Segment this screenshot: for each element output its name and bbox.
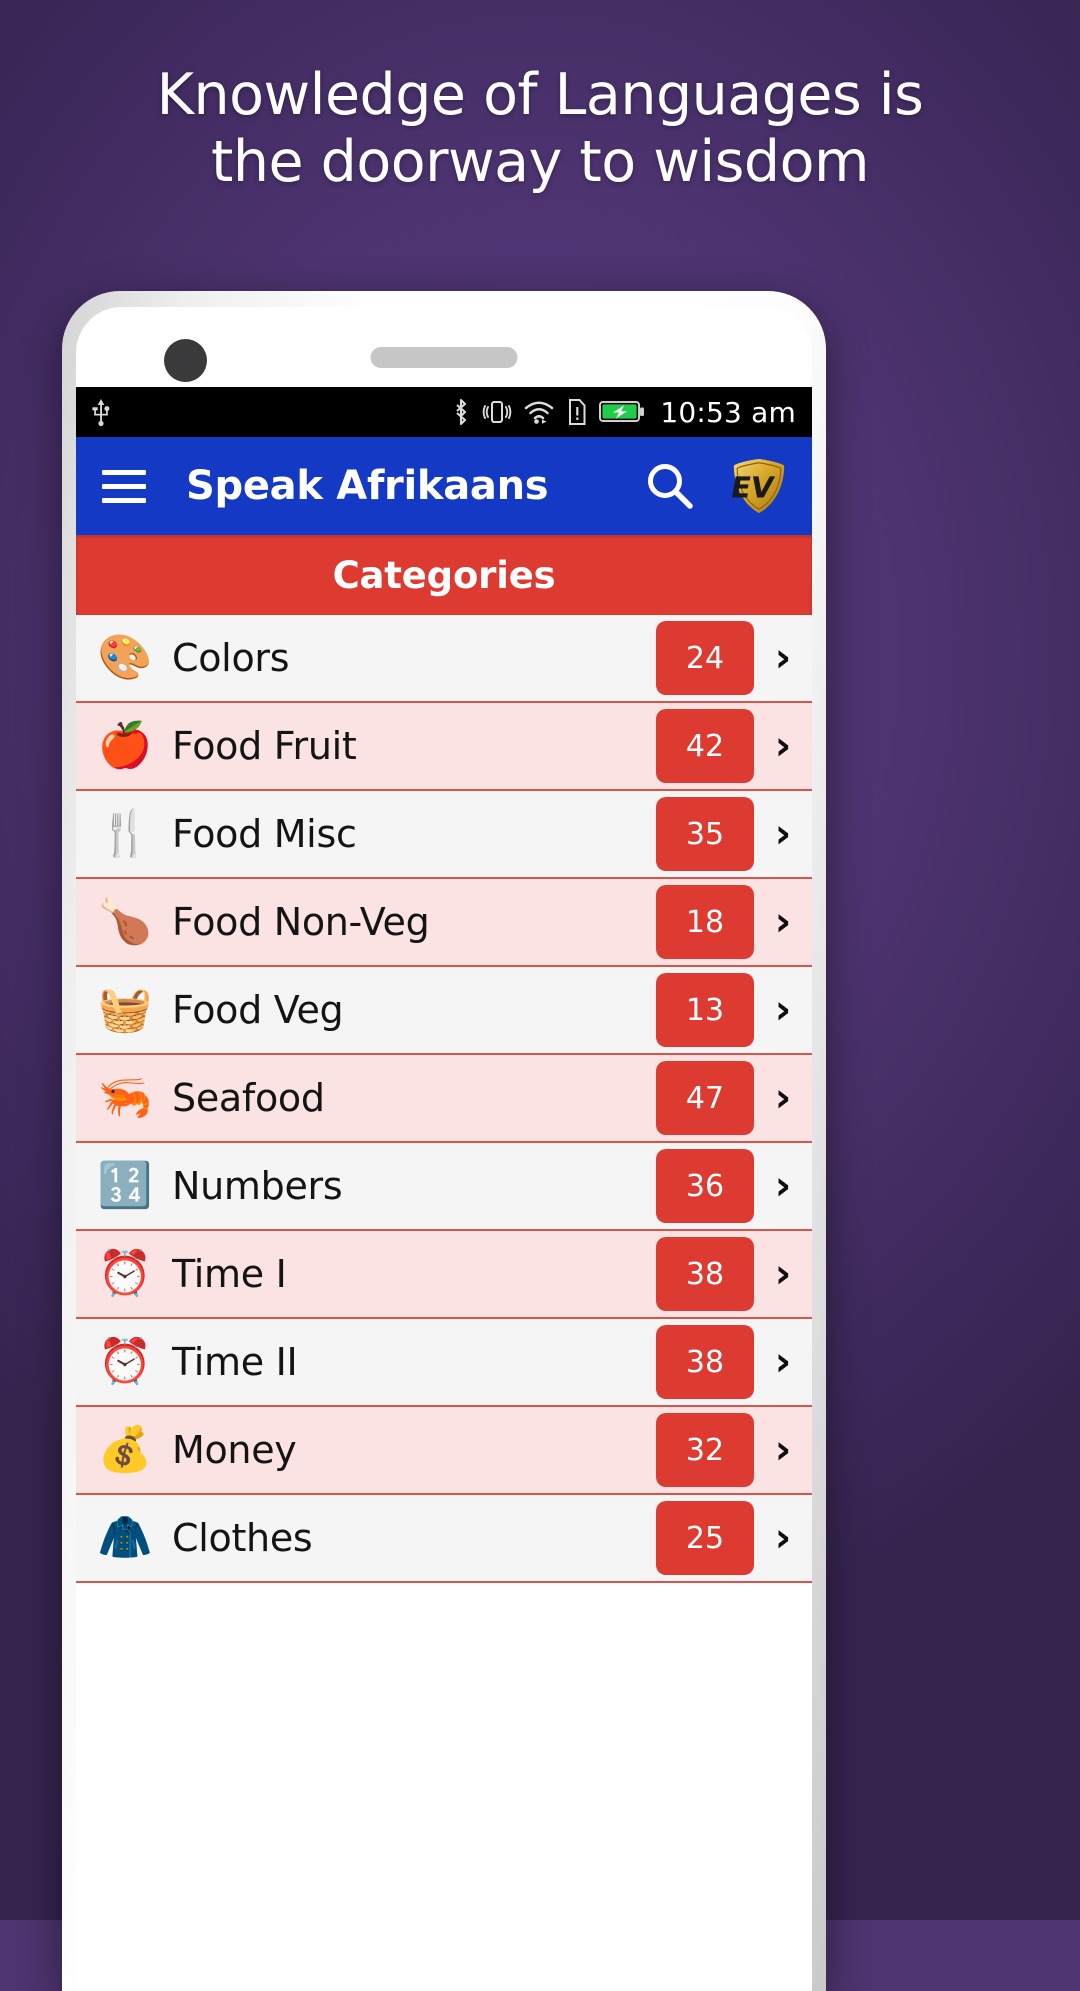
app-bar-actions: EV bbox=[642, 455, 790, 517]
category-label: Food Misc bbox=[172, 812, 357, 856]
vibrate-icon bbox=[483, 401, 512, 423]
search-icon[interactable] bbox=[642, 458, 698, 514]
status-bar-clock: 10:53 am bbox=[660, 395, 796, 429]
categories-header: Categories bbox=[76, 535, 812, 615]
bluetooth-icon bbox=[456, 398, 467, 426]
hamburger-bar bbox=[102, 469, 146, 475]
poultry-leg-icon: 🍗 bbox=[97, 896, 153, 947]
promo-headline: Knowledge of Languages is the doorway to… bbox=[0, 62, 1080, 197]
category-label: Food Non-Veg bbox=[172, 900, 430, 944]
category-count-badge: 13 bbox=[656, 973, 754, 1047]
android-status-bar: 10:53 am bbox=[76, 387, 812, 437]
shrimp-icon: 🦐 bbox=[97, 1072, 153, 1123]
category-row[interactable]: 🧥 Clothes 25 › bbox=[76, 1495, 812, 1583]
app-title: Speak Afrikaans bbox=[186, 463, 549, 509]
category-row[interactable]: 💰 Money 32 › bbox=[76, 1407, 812, 1495]
hamburger-bar bbox=[102, 483, 146, 489]
category-label: Time II bbox=[172, 1340, 298, 1384]
chevron-right-icon[interactable]: › bbox=[754, 811, 812, 857]
category-count-badge: 38 bbox=[656, 1237, 754, 1311]
chevron-right-icon[interactable]: › bbox=[754, 1163, 812, 1209]
promo-headline-line-2: the doorway to wisdom bbox=[211, 129, 870, 196]
category-row[interactable]: 🦐 Seafood 47 › bbox=[76, 1055, 812, 1143]
chevron-right-icon[interactable]: › bbox=[754, 899, 812, 945]
category-label: Food Veg bbox=[172, 988, 344, 1032]
chevron-right-icon[interactable]: › bbox=[754, 1515, 812, 1561]
category-label: Colors bbox=[172, 636, 290, 680]
categories-list[interactable]: 🎨 Colors 24 › 🍎 Food Fruit 42 › 🍴 Food Misc 35 › 🍗 Fo… bbox=[76, 615, 812, 1583]
chevron-right-icon[interactable]: › bbox=[754, 635, 812, 681]
category-count-badge: 24 bbox=[656, 621, 754, 695]
categories-header-title: Categories bbox=[332, 553, 556, 597]
usb-icon bbox=[92, 399, 110, 427]
ev-logo-text: EV bbox=[728, 471, 777, 505]
wifi-icon bbox=[525, 401, 554, 424]
category-label: Food Fruit bbox=[172, 724, 357, 768]
category-label: Time I bbox=[172, 1252, 287, 1296]
chevron-right-icon[interactable]: › bbox=[754, 1339, 812, 1385]
category-row[interactable]: 🎨 Colors 24 › bbox=[76, 615, 812, 703]
category-row[interactable]: 🍗 Food Non-Veg 18 › bbox=[76, 879, 812, 967]
hamburger-bar bbox=[102, 497, 146, 503]
fork-knife-icon: 🍴 bbox=[97, 808, 153, 859]
jacket-icon: 🧥 bbox=[97, 1512, 153, 1563]
phone-mockup-frame: 10:53 am Speak Afrikaans EV Categories 🎨… bbox=[62, 291, 826, 1991]
app-bar: Speak Afrikaans EV bbox=[76, 437, 812, 535]
alarm-clock-icon: ⏰ bbox=[97, 1248, 153, 1299]
category-label: Numbers bbox=[172, 1164, 343, 1208]
numbers-123-icon: 🔢 bbox=[97, 1160, 153, 1211]
category-row[interactable]: ⏰ Time II 38 › bbox=[76, 1319, 812, 1407]
category-count-badge: 32 bbox=[656, 1413, 754, 1487]
category-count-badge: 47 bbox=[656, 1061, 754, 1135]
paint-palette-icon: 🎨 bbox=[97, 632, 153, 683]
money-bag-icon: 💰 bbox=[97, 1424, 153, 1475]
category-count-badge: 42 bbox=[656, 709, 754, 783]
category-count-badge: 18 bbox=[656, 885, 754, 959]
category-label: Seafood bbox=[172, 1076, 325, 1120]
vegetable-basket-icon: 🧺 bbox=[97, 984, 153, 1035]
category-row[interactable]: 🍎 Food Fruit 42 › bbox=[76, 703, 812, 791]
battery-charging-icon bbox=[599, 401, 645, 422]
apple-icon: 🍎 bbox=[97, 720, 153, 771]
sim-card-alert-icon bbox=[569, 399, 586, 425]
category-row[interactable]: 🍴 Food Misc 35 › bbox=[76, 791, 812, 879]
chevron-right-icon[interactable]: › bbox=[754, 987, 812, 1033]
alarm-clock-icon: ⏰ bbox=[97, 1336, 153, 1387]
chevron-right-icon[interactable]: › bbox=[754, 723, 812, 769]
chevron-right-icon[interactable]: › bbox=[754, 1075, 812, 1121]
front-camera-icon bbox=[164, 339, 207, 382]
status-bar-left-icons bbox=[90, 397, 112, 427]
promo-headline-line-1: Knowledge of Languages is bbox=[156, 62, 924, 128]
category-row[interactable]: 🔢 Numbers 36 › bbox=[76, 1143, 812, 1231]
earpiece-speaker bbox=[370, 347, 518, 368]
chevron-right-icon[interactable]: › bbox=[754, 1427, 812, 1473]
hamburger-menu-icon[interactable] bbox=[102, 469, 146, 503]
category-label: Money bbox=[172, 1428, 297, 1472]
category-row[interactable]: 🧺 Food Veg 13 › bbox=[76, 967, 812, 1055]
ev-shield-logo[interactable]: EV bbox=[728, 455, 790, 517]
category-count-badge: 36 bbox=[656, 1149, 754, 1223]
phone-bezel-top bbox=[76, 307, 812, 387]
status-bar-right-icons: 10:53 am bbox=[451, 396, 796, 429]
category-label: Clothes bbox=[172, 1516, 313, 1560]
chevron-right-icon[interactable]: › bbox=[754, 1251, 812, 1297]
category-count-badge: 25 bbox=[656, 1501, 754, 1575]
category-count-badge: 35 bbox=[656, 797, 754, 871]
phone-screen: 10:53 am Speak Afrikaans EV Categories 🎨… bbox=[76, 307, 812, 1991]
category-count-badge: 38 bbox=[656, 1325, 754, 1399]
category-row[interactable]: ⏰ Time I 38 › bbox=[76, 1231, 812, 1319]
